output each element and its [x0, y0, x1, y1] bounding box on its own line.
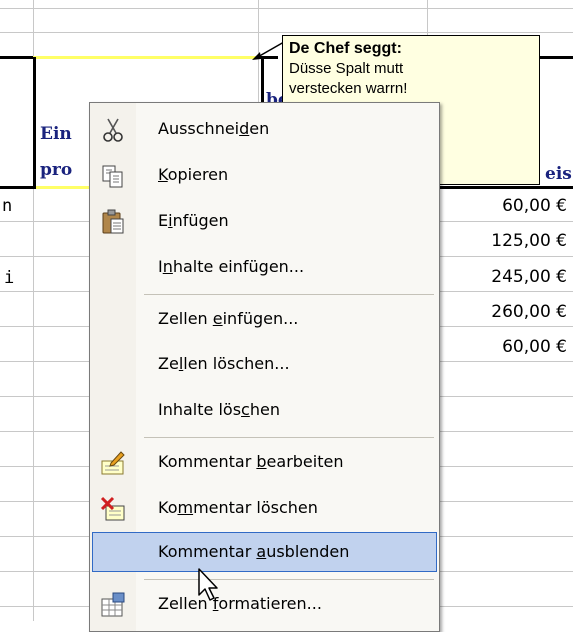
menu-item-paste[interactable]: Einfügen	[90, 202, 439, 242]
header-top-border	[540, 56, 573, 59]
menu-item-label: Zellen löschen...	[158, 354, 290, 373]
menu-item-format-cells[interactable]: Zellen formatieren...	[90, 585, 439, 625]
grid-row-line	[0, 8, 573, 9]
header-text-preis: eis	[545, 164, 572, 184]
edit-comment-icon	[101, 451, 125, 475]
context-menu: Ausschneiden Kopieren Einfügen Inhalte e…	[89, 102, 440, 632]
menu-item-label: Inhalte löschen	[158, 400, 280, 419]
header-text-pro: pro	[40, 160, 73, 180]
price-cell[interactable]: 260,00 €	[437, 302, 567, 322]
price-cell[interactable]: 245,00 €	[437, 267, 567, 287]
price-cell[interactable]: 60,00 €	[437, 196, 567, 216]
header-bottom-border	[440, 186, 573, 189]
comment-pointer	[252, 41, 285, 60]
menu-item-delete-comment[interactable]: Kommentar löschen	[90, 489, 439, 529]
price-cell[interactable]: 60,00 €	[437, 337, 567, 357]
header-top-border	[0, 56, 33, 59]
comment-text-line: Düsse Spalt mutt	[289, 60, 404, 77]
menu-item-label: Kommentar bearbeiten	[158, 452, 344, 471]
menu-item-insert-cells[interactable]: Zellen einfügen...	[90, 300, 439, 340]
header-text-einheit: Ein	[40, 124, 72, 144]
menu-item-cut[interactable]: Ausschneiden	[90, 110, 439, 150]
grid-row-line	[0, 32, 573, 33]
format-cells-icon	[101, 592, 125, 617]
header-bottom-border	[0, 186, 33, 189]
menu-item-hide-comment[interactable]: Kommentar ausblenden	[92, 532, 437, 572]
menu-separator	[144, 579, 434, 580]
comment-author: De Chef seggt:	[289, 40, 402, 57]
paste-icon	[102, 209, 124, 234]
menu-item-label: Zellen einfügen...	[158, 309, 299, 328]
menu-item-edit-comment[interactable]: Kommentar bearbeiten	[90, 443, 439, 483]
copy-icon	[102, 165, 123, 188]
menu-item-label: Zellen formatieren...	[158, 594, 322, 613]
menu-item-label: Kopieren	[158, 165, 229, 184]
menu-item-label: Kommentar löschen	[158, 498, 318, 517]
scissors-icon	[103, 118, 123, 142]
mouse-cursor-icon	[198, 568, 218, 601]
comment-text-line: verstecken warrn!	[289, 80, 408, 97]
menu-separator	[144, 294, 434, 295]
menu-separator	[144, 437, 434, 438]
menu-item-delete-cells[interactable]: Zellen löschen...	[90, 345, 439, 385]
menu-item-label: Inhalte einfügen...	[158, 257, 305, 276]
row-label-stub: n	[2, 196, 13, 216]
menu-item-paste-special[interactable]: Inhalte einfügen...	[90, 248, 439, 288]
menu-item-label: Einfügen	[158, 211, 229, 230]
menu-item-label: Ausschneiden	[158, 119, 270, 138]
row-label-stub: i	[4, 268, 15, 288]
menu-item-label: Kommentar ausblenden	[158, 542, 350, 561]
price-cell[interactable]: 125,00 €	[437, 231, 567, 251]
delete-comment-icon	[100, 496, 125, 521]
menu-item-clear-contents[interactable]: Inhalte löschen	[90, 391, 439, 431]
menu-item-copy[interactable]: Kopieren	[90, 156, 439, 196]
